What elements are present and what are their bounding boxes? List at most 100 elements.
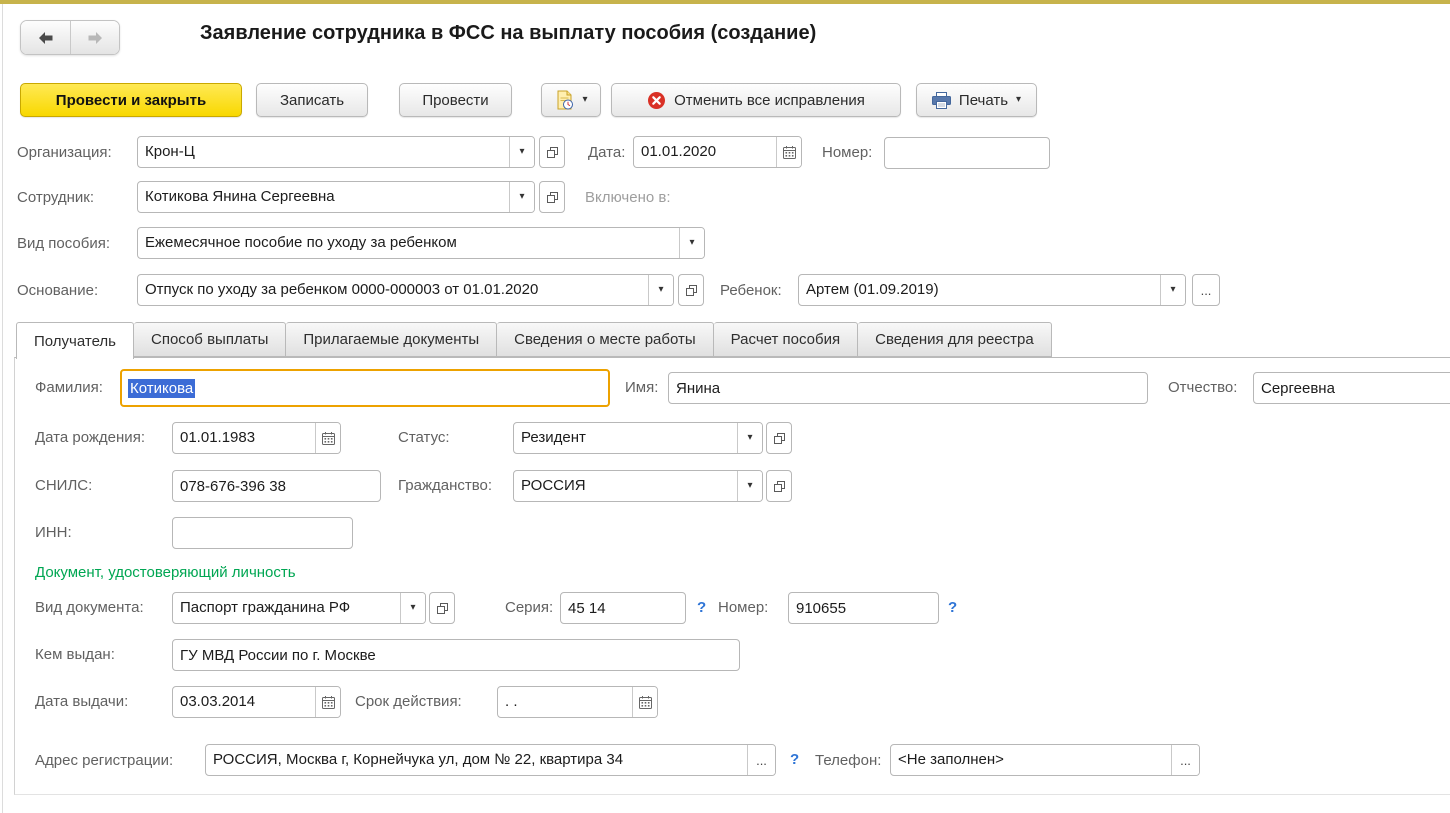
number-label: Номер: — [822, 136, 872, 170]
create-based-on-button[interactable]: ▾ — [541, 83, 601, 117]
firstname-label: Имя: — [625, 371, 658, 405]
doc-type-label: Вид документа: — [35, 591, 144, 625]
print-label: Печать — [959, 92, 1008, 109]
benefit-type-label: Вид пособия: — [17, 227, 110, 261]
phone-value[interactable]: <Не заполнен> — [891, 745, 1171, 775]
chevron-down-icon: ▾ — [689, 238, 694, 248]
write-button[interactable]: Записать — [256, 83, 368, 117]
phone-ellipsis-button[interactable]: ... — [1171, 745, 1199, 775]
date-calendar-button[interactable] — [776, 137, 801, 167]
snils-input[interactable] — [172, 470, 381, 502]
chevron-down-icon: ▾ — [1016, 95, 1021, 105]
basis-value[interactable]: Отпуск по уходу за ребенком 0000-000003 … — [138, 275, 648, 305]
basis-dropdown-button[interactable]: ▾ — [648, 275, 673, 305]
child-dropdown-button[interactable]: ▾ — [1160, 275, 1185, 305]
open-link-icon — [546, 146, 559, 159]
issued-by-label: Кем выдан: — [35, 638, 115, 672]
post-and-close-button[interactable]: Провести и закрыть — [20, 83, 242, 117]
doc-number-input[interactable] — [788, 592, 939, 624]
child-value[interactable]: Артем (01.09.2019) — [799, 275, 1160, 305]
status-open-button[interactable] — [766, 422, 792, 454]
tab-workplace-info[interactable]: Сведения о месте работы — [497, 322, 714, 357]
series-input[interactable] — [560, 592, 686, 624]
identity-document-section-title: Документ, удостоверяющий личность — [35, 564, 296, 581]
employee-dropdown-button[interactable]: ▾ — [509, 182, 534, 212]
middlename-input[interactable] — [1253, 372, 1450, 404]
middlename-label: Отчество: — [1168, 371, 1237, 405]
write-label: Записать — [280, 92, 344, 109]
open-link-icon — [546, 191, 559, 204]
employee-open-button[interactable] — [539, 181, 565, 213]
birthdate-field: 01.01.1983 — [172, 422, 341, 454]
chevron-down-icon: ▾ — [519, 192, 524, 202]
valid-until-calendar-button[interactable] — [632, 687, 657, 717]
number-input[interactable] — [884, 137, 1050, 169]
tab-payment-method[interactable]: Способ выплаты — [134, 322, 286, 357]
included-in-label: Включено в: — [585, 181, 671, 215]
inn-input[interactable] — [172, 517, 353, 549]
child-label: Ребенок: — [720, 274, 782, 308]
window-accent-bar — [0, 0, 1450, 4]
valid-until-label: Срок действия: — [355, 685, 462, 719]
issue-date-label: Дата выдачи: — [35, 685, 128, 719]
date-field: 01.01.2020 — [633, 136, 802, 168]
chevron-down-icon: ▾ — [582, 95, 587, 105]
child-ellipsis-button[interactable]: ... — [1192, 274, 1220, 306]
status-value[interactable]: Резидент — [514, 423, 737, 453]
post-label: Провести — [422, 92, 488, 109]
date-value[interactable]: 01.01.2020 — [634, 137, 776, 167]
tab-registry-info[interactable]: Сведения для реестра — [858, 322, 1052, 357]
basis-label: Основание: — [17, 274, 98, 308]
tab-attached-documents[interactable]: Прилагаемые документы — [286, 322, 497, 357]
address-help-icon[interactable]: ? — [790, 744, 799, 776]
citizenship-value[interactable]: РОССИЯ — [514, 471, 737, 501]
doc-type-field: Паспорт гражданина РФ ▾ — [172, 592, 426, 624]
tab-benefit-calculation[interactable]: Расчет пособия — [714, 322, 858, 357]
citizenship-open-button[interactable] — [766, 470, 792, 502]
status-field: Резидент ▾ — [513, 422, 763, 454]
address-value[interactable]: РОССИЯ, Москва г, Корнейчука ул, дом № 2… — [206, 745, 747, 775]
doc-number-label: Номер: — [718, 591, 768, 625]
org-open-button[interactable] — [539, 136, 565, 168]
citizenship-dropdown-button[interactable]: ▾ — [737, 471, 762, 501]
lastname-input[interactable]: Котикова — [120, 369, 610, 407]
benefit-type-value[interactable]: Ежемесячное пособие по уходу за ребенком — [138, 228, 679, 258]
issue-date-calendar-button[interactable] — [315, 687, 340, 717]
back-button[interactable] — [21, 21, 70, 54]
valid-until-value[interactable]: . . — [498, 687, 632, 717]
firstname-input[interactable] — [668, 372, 1148, 404]
series-help-icon[interactable]: ? — [697, 592, 706, 624]
issue-date-value[interactable]: 03.03.2014 — [173, 687, 315, 717]
open-link-icon — [436, 602, 449, 615]
cancel-all-corrections-button[interactable]: Отменить все исправления — [611, 83, 901, 117]
doc-type-open-button[interactable] — [429, 592, 455, 624]
tab-recipient[interactable]: Получатель — [16, 322, 134, 359]
series-label: Серия: — [505, 591, 553, 625]
post-and-close-label: Провести и закрыть — [56, 92, 206, 109]
child-field: Артем (01.09.2019) ▾ — [798, 274, 1186, 306]
post-button[interactable]: Провести — [399, 83, 512, 117]
chevron-down-icon: ▾ — [658, 285, 663, 295]
calendar-icon — [638, 695, 653, 710]
open-link-icon — [773, 480, 786, 493]
status-dropdown-button[interactable]: ▾ — [737, 423, 762, 453]
issued-by-input[interactable] — [172, 639, 740, 671]
print-icon — [932, 92, 951, 109]
org-dropdown-button[interactable]: ▾ — [509, 137, 534, 167]
issue-date-field: 03.03.2014 — [172, 686, 341, 718]
address-ellipsis-button[interactable]: ... — [747, 745, 775, 775]
benefit-type-dropdown-button[interactable]: ▾ — [679, 228, 704, 258]
doc-type-value[interactable]: Паспорт гражданина РФ — [173, 593, 400, 623]
birthdate-calendar-button[interactable] — [315, 423, 340, 453]
print-button[interactable]: Печать ▾ — [916, 83, 1037, 117]
birthdate-value[interactable]: 01.01.1983 — [173, 423, 315, 453]
forward-button[interactable] — [70, 21, 119, 54]
doc-number-help-icon[interactable]: ? — [948, 592, 957, 624]
back-arrow-icon — [37, 31, 54, 45]
page-title: Заявление сотрудника в ФСС на выплату по… — [200, 22, 816, 45]
forward-arrow-icon — [87, 31, 104, 45]
doc-type-dropdown-button[interactable]: ▾ — [400, 593, 425, 623]
org-value[interactable]: Крон-Ц — [138, 137, 509, 167]
basis-open-button[interactable] — [678, 274, 704, 306]
employee-value[interactable]: Котикова Янина Сергеевна — [138, 182, 509, 212]
